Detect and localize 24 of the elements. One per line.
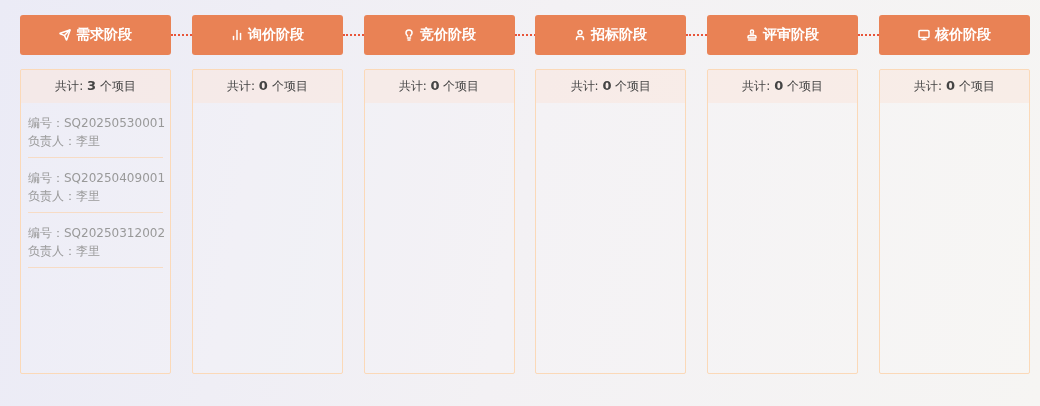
user-icon [574, 29, 587, 41]
stage-header[interactable]: 评审阶段 [707, 15, 859, 55]
send-icon [59, 29, 71, 41]
item-count: 共计: 0 个项目 [742, 78, 824, 95]
stage-header[interactable]: 需求阶段 [20, 15, 171, 55]
item-count: 共计: 0 个项目 [398, 78, 480, 95]
item-count: 共计: 3 个项目 [55, 78, 136, 95]
project-code: 编号：SQ20250530001 [28, 115, 163, 131]
monitor-icon [918, 29, 930, 41]
stage-header[interactable]: 竞价阶段 [363, 15, 515, 55]
lightbulb-icon [402, 29, 415, 41]
project-owner: 负责人：李里 [28, 188, 101, 204]
item-count: 共计: 0 个项目 [914, 78, 995, 95]
project-owner: 负责人：李里 [28, 133, 101, 149]
stamp-icon [746, 29, 759, 41]
item-count: 共计: 0 个项目 [570, 78, 652, 95]
stage-header[interactable]: 询价阶段 [191, 15, 343, 55]
stage-header[interactable]: 招标阶段 [535, 15, 687, 55]
item-count: 共计: 0 个项目 [226, 78, 308, 95]
project-code: 编号：SQ20250312002 [28, 225, 163, 241]
project-code: 编号：SQ20250409001 [28, 170, 163, 186]
bar-chart-icon [230, 29, 243, 41]
project-owner: 负责人：李里 [28, 243, 101, 259]
stage-header[interactable]: 核价阶段 [879, 15, 1030, 55]
